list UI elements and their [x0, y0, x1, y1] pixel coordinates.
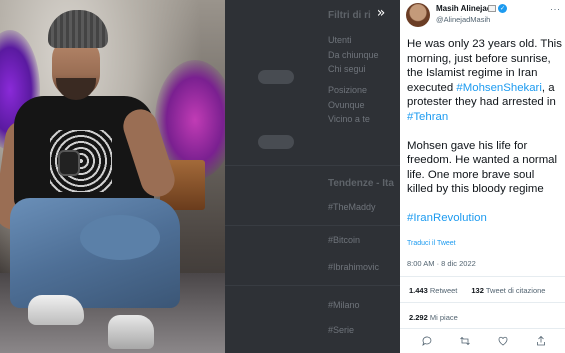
bg-item: Utenti: [328, 35, 352, 45]
tweet-panel: Masih Alinejad ✓ @AlinejadMasih ··· He w…: [400, 0, 565, 353]
tweet-header: Masih Alinejad ✓ @AlinejadMasih ···: [400, 0, 565, 30]
verified-icon: ✓: [498, 4, 507, 13]
author-handle[interactable]: @AlinejadMasih: [436, 15, 490, 24]
translate-tweet-link[interactable]: Traduci il Tweet: [407, 240, 456, 247]
bg-item: Da chiunque: [328, 50, 379, 60]
beanie: [48, 10, 108, 48]
divider: [400, 276, 565, 277]
quotes-label[interactable]: Tweet di citazione: [486, 286, 546, 295]
author-name[interactable]: Masih Alinejad: [436, 4, 492, 13]
retweets-label[interactable]: Retweet: [430, 286, 458, 295]
bg-trend: #TheMaddy: [328, 202, 376, 212]
bg-item: Chi segui: [328, 64, 366, 74]
avatar[interactable]: [406, 3, 430, 27]
right-sneaker: [108, 315, 154, 349]
bg-trend: #Bitcoin: [328, 235, 361, 245]
trends-heading: Tendenze - Ita: [328, 178, 394, 189]
hashtag-link[interactable]: #Tehran: [407, 111, 448, 123]
bg-follow-button: [258, 135, 294, 149]
tweet-actions: [400, 333, 565, 351]
bg-item: Posizione: [328, 85, 368, 95]
reply-icon[interactable]: [418, 333, 436, 349]
left-sneaker: [28, 295, 84, 325]
filters-heading: Filtri di ri: [328, 10, 371, 21]
bg-trend: #Serie: [328, 325, 355, 335]
expand-icon[interactable]: »: [370, 2, 392, 24]
bg-divider: [225, 285, 400, 286]
divider: [400, 328, 565, 329]
like-icon[interactable]: [494, 333, 512, 349]
tweet-paragraph: #IranRevolution: [407, 211, 563, 226]
likes-count[interactable]: 2.292: [409, 313, 428, 322]
likes-stats: 2.292 Mi piace: [409, 313, 458, 322]
retweet-icon[interactable]: [456, 333, 474, 349]
bg-item: Ovunque: [328, 100, 365, 110]
more-options-icon[interactable]: ···: [550, 4, 561, 14]
tweet-paragraph: Mohsen gave his life for freedom. He wan…: [407, 139, 558, 196]
tweet-timestamp[interactable]: 8:00 AM · 8 dic 2022: [407, 259, 476, 268]
divider: [400, 302, 565, 303]
likes-label[interactable]: Mi piace: [430, 313, 458, 322]
bg-trend: #Milano: [328, 300, 360, 310]
tweet-text: He was only 23 years old. This morning, …: [407, 37, 563, 240]
background-sidebar: Filtri di ri Utenti Da chiunque Chi segu…: [225, 0, 400, 353]
hashtag-link[interactable]: #IranRevolution: [407, 212, 487, 224]
tweet-paragraph: He was only 23 years old. This morning, …: [407, 37, 563, 124]
share-icon[interactable]: [532, 333, 550, 349]
flag-icon: [488, 5, 496, 12]
tweet-photo[interactable]: [0, 0, 225, 353]
bg-divider: [225, 225, 400, 226]
bg-trend: #Ibrahimovic: [328, 262, 380, 272]
bg-divider: [225, 165, 400, 166]
hashtag-link[interactable]: #MohsenShekari: [456, 82, 541, 94]
retweets-count[interactable]: 1.443: [409, 286, 428, 295]
quotes-count[interactable]: 132: [471, 286, 484, 295]
retweet-stats: 1.443 Retweet 132 Tweet di citazione: [409, 286, 545, 295]
knee: [80, 215, 160, 260]
wristwatch: [58, 150, 80, 176]
person-figure: [0, 0, 225, 353]
bg-follow-button: [258, 70, 294, 84]
bg-item: Vicino a te: [328, 114, 370, 124]
